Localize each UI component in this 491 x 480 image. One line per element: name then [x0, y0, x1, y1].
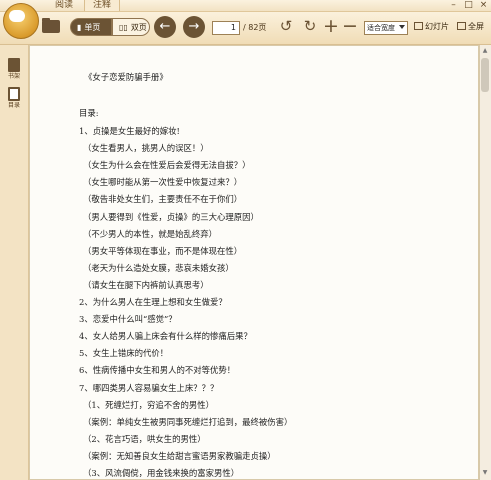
- toc-subitem: （不少男人的本性，就是始乱终弃）: [83, 228, 217, 239]
- plus-icon[interactable]: +: [322, 17, 340, 36]
- scroll-up-icon[interactable]: ▲: [480, 46, 490, 56]
- double-page-button[interactable]: ▯▯ 双页: [112, 18, 150, 36]
- scroll-thumb[interactable]: [481, 58, 489, 92]
- toc-subitem: （老天为什么造处女膜，悲哀未婚女孩）: [83, 262, 234, 273]
- toc-subitem: （3、风流倜傥，用金钱来换的富家男性）: [83, 468, 240, 478]
- maximize-icon[interactable]: □: [462, 0, 475, 11]
- vertical-scrollbar[interactable]: [479, 45, 491, 480]
- toc-subitem: （请女生在腿下内裤前认真思考）: [83, 279, 209, 290]
- minimize-icon[interactable]: –: [447, 0, 460, 11]
- logo-face: [9, 10, 25, 22]
- document-viewport[interactable]: 《女子恋爱防骗手册》 目录: 1、贞操是女生最好的嫁妆! （女生看男人，挑男人的误…: [29, 45, 479, 480]
- toc-subitem: （敬告非处女生们，主要责任不在于你们）: [83, 194, 243, 205]
- double-page-label: 双页: [130, 23, 147, 32]
- fullscreen-icon: [457, 22, 466, 30]
- arrow-left-icon[interactable]: ←: [154, 16, 176, 38]
- toc-subitem: （女生看男人，挑男人的误区！）: [83, 143, 209, 154]
- bookshelf-icon: [8, 58, 20, 72]
- toc-item: 2、为什么男人在生理上想和女生做爱？: [79, 297, 227, 307]
- chevron-down-icon[interactable]: [399, 25, 405, 29]
- toc-subitem: （2、花言巧语，哄女生的男性）: [83, 433, 206, 444]
- rotate-ccw-icon[interactable]: ↺: [277, 18, 295, 36]
- rail-item-bookshelf[interactable]: 书架: [3, 56, 25, 84]
- rail-label-toc: 目录: [7, 102, 20, 109]
- toc-subitem: （案例：无知善良女生给甜言蜜语男家教骗走贞操）: [83, 450, 276, 461]
- toc-subitem: （女生哪时能从第一次性爱中恢复过来？）: [83, 177, 243, 188]
- toc-icon: [8, 87, 20, 101]
- slideshow-icon: [414, 22, 423, 30]
- arrow-right-icon[interactable]: →: [183, 16, 205, 38]
- rail-label-bookshelf: 书架: [7, 73, 20, 80]
- toc-heading: 目录:: [79, 108, 99, 118]
- toc-item: 6、性病传播中女生和男人的不对等优势！: [79, 365, 236, 376]
- toc-subitem: （女生为什么会在性爱后会爱得无法自拔？）: [83, 160, 251, 171]
- page-total: / 82页: [243, 23, 267, 32]
- double-page-icon: ▯▯: [119, 23, 128, 32]
- single-page-label: 单页: [84, 23, 101, 32]
- tab-notes[interactable]: 注释: [84, 0, 120, 11]
- toc-subitem: （1、死缠烂打，穷追不舍的男性）: [83, 399, 214, 410]
- rail-item-toc[interactable]: 目录: [3, 85, 25, 113]
- toc-item: 7、哪四类男人容易骗女生上床？？？: [79, 382, 219, 393]
- minus-icon[interactable]: −: [341, 17, 359, 36]
- toc-subitem: （男女平等体现在事业，而不是体现在性）: [83, 245, 243, 256]
- toc-item: 5、女生上错床的代价！: [79, 348, 169, 359]
- slideshow-label: 幻灯片: [425, 22, 449, 31]
- toc-item: 3、恋爱中什么叫“感觉”？: [79, 314, 177, 325]
- slideshow-button[interactable]: 幻灯片: [414, 18, 454, 36]
- document-title: 《女子恋爱防骗手册》: [84, 72, 168, 82]
- folder-icon[interactable]: [42, 20, 60, 33]
- fullscreen-button[interactable]: 全屏: [457, 18, 491, 36]
- close-icon[interactable]: ×: [477, 0, 490, 11]
- fullscreen-label: 全屏: [468, 22, 484, 31]
- scroll-down-icon[interactable]: ▼: [480, 468, 490, 478]
- single-page-icon: ▮: [77, 23, 82, 32]
- toc-item: 4、女人给男人骗上床会有什么样的惨痛后果？: [79, 331, 252, 342]
- tab-read[interactable]: 阅读: [46, 0, 82, 11]
- toc-subitem: （男人要得到《性爱，贞操》的三大心理原因）: [83, 211, 259, 222]
- page-number-input[interactable]: 1: [212, 21, 240, 35]
- rotate-cw-icon[interactable]: ↻: [301, 18, 319, 36]
- toc-subitem: （案例：单纯女生被男同事死缠烂打追到，最终被伤害）: [83, 416, 293, 427]
- single-page-button[interactable]: ▮ 单页: [70, 18, 112, 36]
- toc-item: 1、贞操是女生最好的嫁妆!: [79, 126, 180, 136]
